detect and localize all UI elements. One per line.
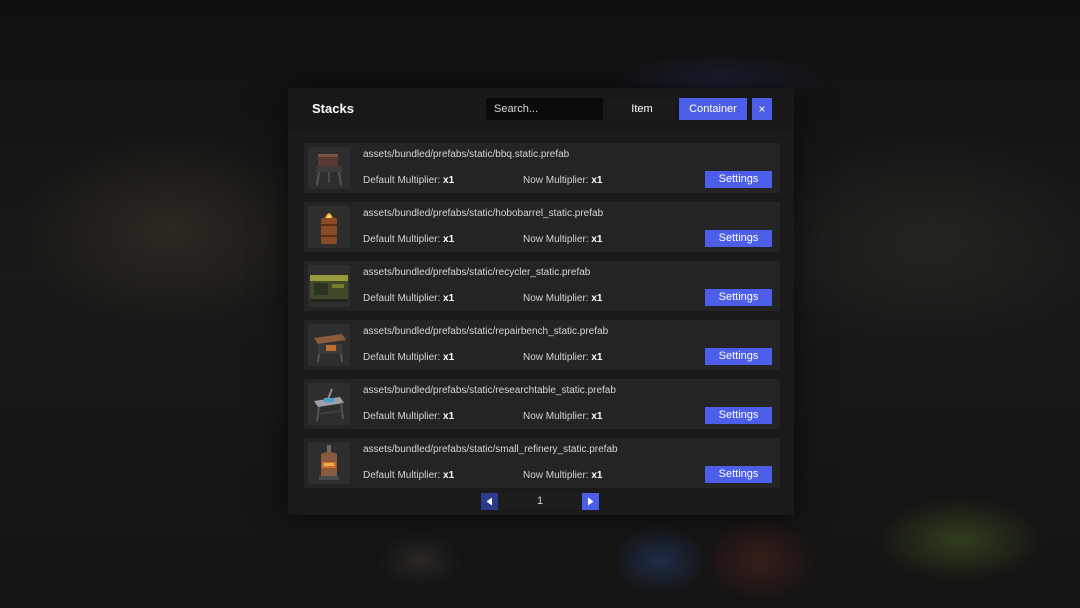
prefab-path: assets/bundled/prefabs/static/researchta… xyxy=(363,385,616,396)
settings-button[interactable]: Settings xyxy=(705,466,772,483)
now-multiplier: Now Multiplier: x1 xyxy=(523,470,602,481)
now-multiplier-label: Now Multiplier: xyxy=(523,352,589,363)
now-multiplier-value: x1 xyxy=(591,293,603,304)
default-multiplier-label: Default Multiplier: xyxy=(363,234,441,245)
now-multiplier: Now Multiplier: x1 xyxy=(523,411,602,422)
now-multiplier-label: Now Multiplier: xyxy=(523,411,589,422)
default-multiplier-label: Default Multiplier: xyxy=(363,352,441,363)
recycler-icon xyxy=(308,265,350,307)
settings-button[interactable]: Settings xyxy=(705,407,772,424)
now-multiplier-value: x1 xyxy=(591,470,603,481)
settings-button[interactable]: Settings xyxy=(705,289,772,306)
stacks-panel: Stacks Item Container × assets/bundled/p… xyxy=(288,88,794,515)
next-page-button[interactable] xyxy=(582,493,599,510)
default-multiplier: Default Multiplier: x1 xyxy=(363,234,454,245)
settings-button[interactable]: Settings xyxy=(705,171,772,188)
list-item: assets/bundled/prefabs/static/bbq.static… xyxy=(304,143,780,193)
page-number: 1 xyxy=(498,493,582,510)
settings-button[interactable]: Settings xyxy=(705,230,772,247)
now-multiplier-value: x1 xyxy=(591,411,603,422)
default-multiplier-label: Default Multiplier: xyxy=(363,411,441,422)
triangle-right-icon xyxy=(588,497,594,506)
settings-button[interactable]: Settings xyxy=(705,348,772,365)
list-item: assets/bundled/prefabs/static/hobobarrel… xyxy=(304,202,780,252)
default-multiplier-value: x1 xyxy=(443,470,455,481)
default-multiplier-value: x1 xyxy=(443,411,455,422)
default-multiplier: Default Multiplier: x1 xyxy=(363,470,454,481)
prefab-path: assets/bundled/prefabs/static/hobobarrel… xyxy=(363,208,604,219)
search-input[interactable] xyxy=(486,98,603,120)
now-multiplier-value: x1 xyxy=(591,175,603,186)
tab-container[interactable]: Container xyxy=(679,98,747,120)
prefab-path: assets/bundled/prefabs/static/bbq.static… xyxy=(363,149,570,160)
list-item: assets/bundled/prefabs/static/recycler_s… xyxy=(304,261,780,311)
default-multiplier-value: x1 xyxy=(443,293,455,304)
now-multiplier-value: x1 xyxy=(591,234,603,245)
close-button[interactable]: × xyxy=(752,98,772,120)
default-multiplier-label: Default Multiplier: xyxy=(363,175,441,186)
hobobarrel-icon xyxy=(308,206,350,248)
default-multiplier: Default Multiplier: x1 xyxy=(363,352,454,363)
list-item: assets/bundled/prefabs/static/small_refi… xyxy=(304,438,780,488)
now-multiplier-value: x1 xyxy=(591,352,603,363)
now-multiplier-label: Now Multiplier: xyxy=(523,234,589,245)
prefab-path: assets/bundled/prefabs/static/recycler_s… xyxy=(363,267,591,278)
now-multiplier: Now Multiplier: x1 xyxy=(523,352,602,363)
prefab-path: assets/bundled/prefabs/static/repairbenc… xyxy=(363,326,609,337)
triangle-left-icon xyxy=(486,497,492,506)
default-multiplier: Default Multiplier: x1 xyxy=(363,411,454,422)
default-multiplier-label: Default Multiplier: xyxy=(363,470,441,481)
panel-title: Stacks xyxy=(312,101,354,116)
tab-item[interactable]: Item xyxy=(609,98,675,120)
small-refinery-icon xyxy=(308,442,350,484)
now-multiplier: Now Multiplier: x1 xyxy=(523,175,602,186)
now-multiplier-label: Now Multiplier: xyxy=(523,470,589,481)
prefab-list: assets/bundled/prefabs/static/bbq.static… xyxy=(304,143,780,497)
default-multiplier-label: Default Multiplier: xyxy=(363,293,441,304)
previous-page-button[interactable] xyxy=(481,493,498,510)
list-item: assets/bundled/prefabs/static/repairbenc… xyxy=(304,320,780,370)
panel-header: Stacks Item Container × xyxy=(288,88,794,131)
default-multiplier: Default Multiplier: x1 xyxy=(363,293,454,304)
repairbench-icon xyxy=(308,324,350,366)
bbq-icon xyxy=(308,147,350,189)
default-multiplier-value: x1 xyxy=(443,175,455,186)
researchtable-icon xyxy=(308,383,350,425)
now-multiplier-label: Now Multiplier: xyxy=(523,293,589,304)
now-multiplier: Now Multiplier: x1 xyxy=(523,234,602,245)
now-multiplier: Now Multiplier: x1 xyxy=(523,293,602,304)
now-multiplier-label: Now Multiplier: xyxy=(523,175,589,186)
default-multiplier-value: x1 xyxy=(443,234,455,245)
prefab-path: assets/bundled/prefabs/static/small_refi… xyxy=(363,444,618,455)
default-multiplier: Default Multiplier: x1 xyxy=(363,175,454,186)
list-item: assets/bundled/prefabs/static/researchta… xyxy=(304,379,780,429)
default-multiplier-value: x1 xyxy=(443,352,455,363)
